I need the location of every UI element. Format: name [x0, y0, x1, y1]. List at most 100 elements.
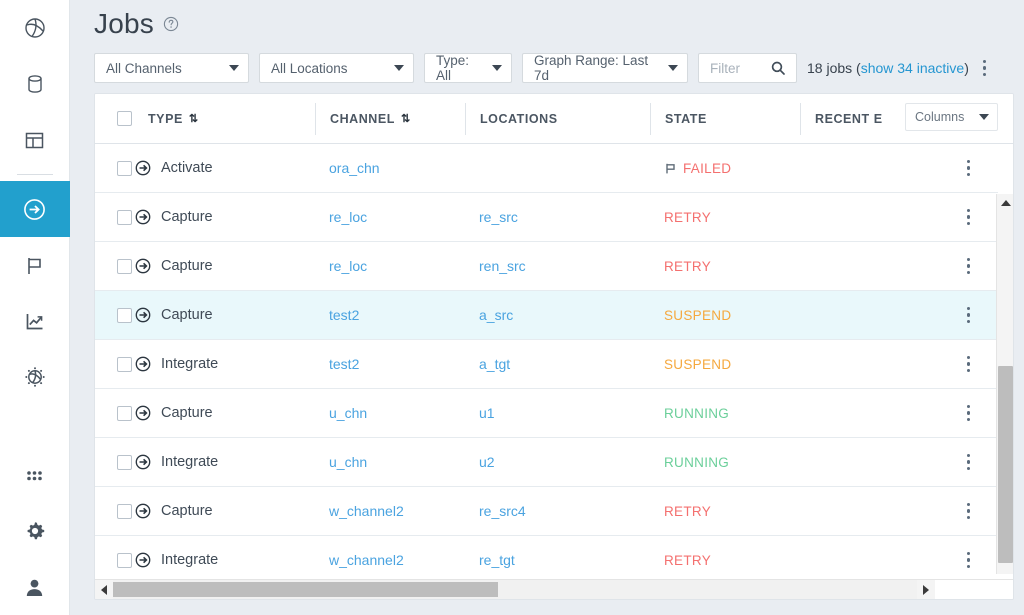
- channels-filter-select[interactable]: All Channels: [94, 53, 249, 83]
- location-link[interactable]: re_src4: [479, 503, 526, 519]
- row-actions-menu[interactable]: [967, 552, 971, 569]
- location-link[interactable]: re_src: [479, 209, 518, 225]
- select-all-header[interactable]: [95, 103, 134, 135]
- scroll-up-button[interactable]: [997, 194, 1013, 211]
- location-link[interactable]: re_tgt: [479, 552, 515, 568]
- row-checkbox[interactable]: [117, 455, 132, 470]
- sidebar-item-tables[interactable]: [0, 112, 70, 168]
- row-type-label: Integrate: [161, 454, 218, 470]
- row-actions-menu[interactable]: [967, 356, 971, 373]
- horizontal-scrollbar-track[interactable]: [113, 580, 917, 599]
- row-actions-menu[interactable]: [967, 307, 971, 324]
- channel-link[interactable]: ora_chn: [329, 160, 380, 176]
- page-overflow-menu-icon[interactable]: [983, 60, 987, 77]
- triangle-up-icon: [1001, 200, 1011, 206]
- row-select-cell[interactable]: [95, 536, 134, 575]
- type-filter-select[interactable]: Type: All: [424, 53, 512, 83]
- row-actions-menu[interactable]: [967, 503, 971, 520]
- channel-link[interactable]: w_channel2: [329, 552, 404, 568]
- column-header-channel[interactable]: CHANNEL ⇅: [315, 103, 465, 135]
- channel-link[interactable]: u_chn: [329, 405, 367, 421]
- search-icon[interactable]: [770, 60, 786, 76]
- sort-icon[interactable]: ⇅: [189, 112, 197, 125]
- row-checkbox[interactable]: [117, 553, 132, 568]
- channel-link[interactable]: w_channel2: [329, 503, 404, 519]
- row-select-cell[interactable]: [95, 438, 134, 487]
- row-state-label: RETRY: [664, 504, 711, 519]
- filter-search-box[interactable]: [698, 53, 797, 83]
- column-header-state[interactable]: STATE: [650, 103, 800, 135]
- sidebar-item-events[interactable]: [0, 237, 70, 293]
- row-checkbox[interactable]: [117, 357, 132, 372]
- channel-link[interactable]: re_loc: [329, 258, 367, 274]
- sidebar-item-jobs[interactable]: [0, 181, 70, 237]
- show-inactive-link[interactable]: show 34 inactive: [861, 60, 965, 76]
- triangle-left-icon: [101, 585, 107, 595]
- column-header-locations[interactable]: LOCATIONS: [465, 103, 650, 135]
- row-checkbox[interactable]: [117, 259, 132, 274]
- sidebar-item-account[interactable]: [0, 559, 70, 615]
- graph-range-select[interactable]: Graph Range: Last 7d: [522, 53, 688, 83]
- row-checkbox[interactable]: [117, 161, 132, 176]
- user-icon: [23, 576, 46, 599]
- row-checkbox[interactable]: [117, 210, 132, 225]
- sidebar-item-overview[interactable]: [0, 0, 70, 56]
- table-row[interactable]: Integratetest2a_tgtSUSPEND: [95, 340, 998, 389]
- horizontal-scrollbar[interactable]: [95, 579, 1014, 599]
- row-actions-menu[interactable]: [967, 454, 971, 471]
- scroll-left-button[interactable]: [95, 580, 113, 599]
- row-actions-menu[interactable]: [967, 405, 971, 422]
- sidebar-item-apps[interactable]: [0, 447, 70, 503]
- sidebar-item-sources[interactable]: [0, 56, 70, 112]
- row-actions-menu[interactable]: [967, 209, 971, 226]
- scroll-right-button[interactable]: [917, 580, 935, 599]
- channel-link[interactable]: re_loc: [329, 209, 367, 225]
- row-select-cell[interactable]: [95, 340, 134, 389]
- table-row[interactable]: Capturetest2a_srcSUSPEND: [95, 291, 998, 340]
- row-select-cell[interactable]: [95, 291, 134, 340]
- sort-icon[interactable]: ⇅: [401, 112, 409, 125]
- chevron-down-icon: [229, 65, 239, 71]
- row-state-cell: SUSPEND: [650, 291, 800, 340]
- jobs-count: 18 jobs (show 34 inactive): [807, 60, 969, 76]
- vertical-scrollbar-thumb[interactable]: [998, 366, 1013, 563]
- vertical-scrollbar[interactable]: [996, 194, 1013, 574]
- question-circle-icon[interactable]: [163, 16, 179, 32]
- location-link[interactable]: u2: [479, 454, 495, 470]
- table-row[interactable]: Captureu_chnu1RUNNING: [95, 389, 998, 438]
- columns-select[interactable]: Columns: [905, 103, 998, 131]
- row-checkbox[interactable]: [117, 308, 132, 323]
- table-row[interactable]: Capturew_channel2re_src4RETRY: [95, 487, 998, 536]
- row-select-cell[interactable]: [95, 193, 134, 242]
- search-input[interactable]: [710, 61, 770, 76]
- channel-link[interactable]: test2: [329, 356, 359, 372]
- horizontal-scrollbar-thumb[interactable]: [113, 582, 498, 597]
- row-type-cell: Integrate: [134, 438, 315, 487]
- row-checkbox[interactable]: [117, 406, 132, 421]
- table-row[interactable]: Capturere_locren_srcRETRY: [95, 242, 998, 291]
- row-select-cell[interactable]: [95, 389, 134, 438]
- row-select-cell[interactable]: [95, 487, 134, 536]
- table-row[interactable]: Capturere_locre_srcRETRY: [95, 193, 998, 242]
- row-select-cell[interactable]: [95, 144, 134, 193]
- table-row[interactable]: Integrateu_chnu2RUNNING: [95, 438, 998, 487]
- channel-link[interactable]: test2: [329, 307, 359, 323]
- location-link[interactable]: u1: [479, 405, 495, 421]
- location-link[interactable]: a_tgt: [479, 356, 510, 372]
- location-link[interactable]: ren_src: [479, 258, 526, 274]
- sidebar-item-metrics[interactable]: [0, 293, 70, 349]
- channel-link[interactable]: u_chn: [329, 454, 367, 470]
- sidebar-item-topology[interactable]: [0, 349, 70, 405]
- sidebar-item-settings[interactable]: [0, 503, 70, 559]
- row-checkbox[interactable]: [117, 504, 132, 519]
- locations-filter-select[interactable]: All Locations: [259, 53, 414, 83]
- row-actions-menu[interactable]: [967, 160, 971, 177]
- select-all-checkbox[interactable]: [117, 111, 132, 126]
- column-header-type[interactable]: TYPE ⇅: [134, 103, 315, 135]
- row-select-cell[interactable]: [95, 242, 134, 291]
- location-link[interactable]: a_src: [479, 307, 513, 323]
- table-row[interactable]: Activateora_chnFAILED: [95, 144, 998, 193]
- job-arrow-icon: [134, 355, 152, 373]
- row-actions-menu[interactable]: [967, 258, 971, 275]
- table-row[interactable]: Integratew_channel2re_tgtRETRY: [95, 536, 998, 574]
